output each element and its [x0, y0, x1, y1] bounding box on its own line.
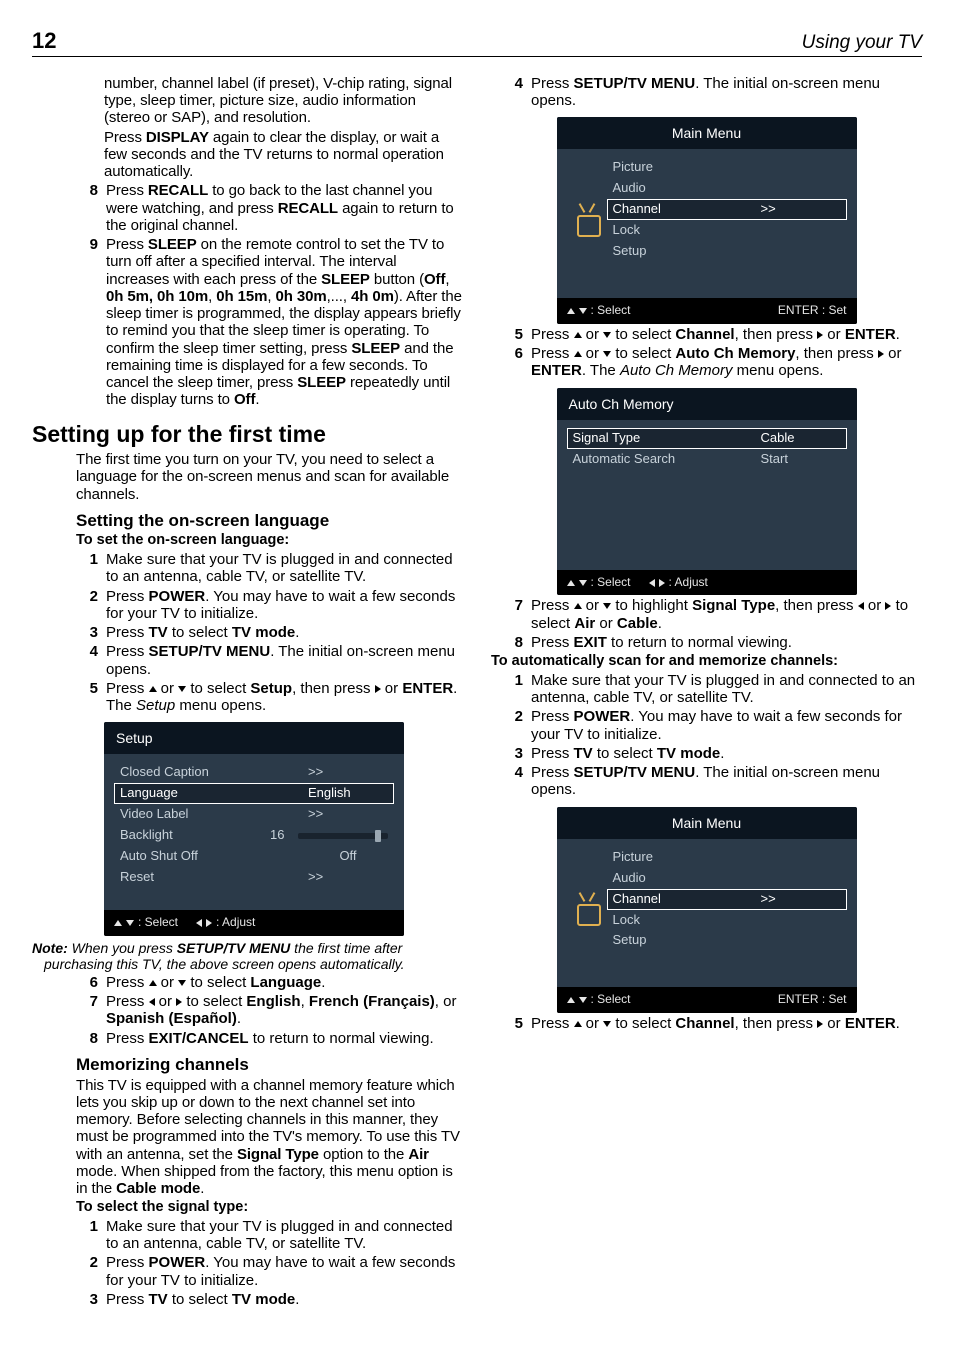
osd-row-audio: Audio — [607, 178, 847, 199]
sig-step-2: 2 Press POWER. You may have to wait a fe… — [32, 1254, 463, 1289]
sig-step-1: 1 Make sure that your TV is plugged in a… — [32, 1218, 463, 1253]
sig-step-3: 3 Press TV to select TV mode. — [32, 1291, 463, 1308]
up-arrow-icon — [574, 351, 582, 357]
down-arrow-icon — [178, 686, 186, 692]
down-arrow-icon — [603, 1021, 611, 1027]
lang-step-6: 6 Press or to select Language. — [32, 974, 463, 991]
osd-title: Auto Ch Memory — [557, 388, 857, 420]
sig-step-5: 5 Press or to select Channel, then press… — [491, 326, 922, 343]
sub-select-signal: To select the signal type: — [32, 1199, 463, 1216]
osd-footer: : Select ENTER : Set — [557, 298, 857, 324]
osd-footer: : Select : Adjust — [104, 910, 404, 936]
up-arrow-icon — [574, 1021, 582, 1027]
osd-row-picture: Picture — [607, 847, 847, 868]
left-arrow-icon — [649, 579, 655, 587]
main-menu-osd-2: Main Menu Picture Audio Channel>> Lock S… — [557, 807, 857, 1014]
lang-step-4: 4 Press SETUP/TV MENU. The initial on-sc… — [32, 643, 463, 678]
left-column: number, channel label (if preset), V-chi… — [32, 73, 463, 1308]
up-arrow-icon — [149, 980, 157, 986]
left-arrow-icon — [196, 919, 202, 927]
up-arrow-icon — [114, 920, 122, 926]
osd-row-setup: Setup — [607, 241, 847, 262]
osd-row-setup: Setup — [607, 930, 847, 951]
page-header: 12 Using your TV — [32, 28, 922, 57]
auto-step-4: 4 Press SETUP/TV MENU. The initial on-sc… — [491, 764, 922, 799]
up-arrow-icon — [567, 580, 575, 586]
osd-row-audio: Audio — [607, 868, 847, 889]
first-time-intro: The first time you turn on your TV, you … — [32, 451, 463, 503]
lang-step-7: 7 Press or to select English, French (Fr… — [32, 993, 463, 1028]
lang-step-1: 1 Make sure that your TV is plugged in a… — [32, 551, 463, 586]
up-arrow-icon — [574, 332, 582, 338]
setup-note: Note: When you press SETUP/TV MENU the f… — [32, 940, 463, 972]
osd-title: Setup — [104, 722, 404, 754]
osd-row-reset: Reset>> — [114, 867, 394, 888]
osd-row-channel: Channel>> — [607, 199, 847, 220]
osd-row-closed-caption: Closed Caption>> — [114, 762, 394, 783]
down-arrow-icon — [603, 603, 611, 609]
right-arrow-icon — [206, 919, 212, 927]
osd-row-channel: Channel>> — [607, 889, 847, 910]
memorizing-intro: This TV is equipped with a channel memor… — [32, 1077, 463, 1198]
down-arrow-icon — [579, 997, 587, 1003]
tv-icon — [575, 213, 599, 233]
step-9: 9 Press SLEEP on the remote control to s… — [32, 236, 463, 409]
osd-row-backlight: Backlight16 — [114, 825, 394, 846]
main-menu-osd-1: Main Menu Picture Audio Channel>> Lock S… — [557, 117, 857, 324]
tv-icon — [575, 902, 599, 922]
sub-auto-scan: To automatically scan for and memorize c… — [491, 653, 922, 670]
up-arrow-icon — [149, 686, 157, 692]
right-arrow-icon — [659, 579, 665, 587]
down-arrow-icon — [579, 580, 587, 586]
up-arrow-icon — [567, 308, 575, 314]
right-column: 4 Press SETUP/TV MENU. The initial on-sc… — [491, 73, 922, 1308]
auto-step-2: 2 Press POWER. You may have to wait a fe… — [491, 708, 922, 743]
up-arrow-icon — [574, 603, 582, 609]
osd-row-auto-search: Automatic SearchStart — [567, 449, 847, 470]
auto-step-3: 3 Press TV to select TV mode. — [491, 745, 922, 762]
step-8: 8 Press RECALL to go back to the last ch… — [32, 182, 463, 234]
sig-step-6: 6 Press or to select Auto Ch Memory, the… — [491, 345, 922, 380]
sig-step-7: 7 Press or to highlight Signal Type, the… — [491, 597, 922, 632]
down-arrow-icon — [126, 920, 134, 926]
setup-osd: Setup Closed Caption>> LanguageEnglish V… — [104, 722, 404, 936]
lang-step-3: 3 Press TV to select TV mode. — [32, 624, 463, 641]
header-title: Using your TV — [802, 32, 922, 54]
down-arrow-icon — [178, 980, 186, 986]
heading-memorizing: Memorizing channels — [32, 1055, 463, 1075]
lang-step-5: 5 Press or to select Setup, then press o… — [32, 680, 463, 715]
osd-row-picture: Picture — [607, 157, 847, 178]
heading-setting-up: Setting up for the first time — [32, 421, 463, 447]
auto-step-1: 1 Make sure that your TV is plugged in a… — [491, 672, 922, 707]
osd-row-lock: Lock — [607, 910, 847, 931]
osd-row-video-label: Video Label>> — [114, 804, 394, 825]
sig-step-8: 8 Press EXIT to return to normal viewing… — [491, 634, 922, 651]
down-arrow-icon — [603, 351, 611, 357]
intro-tail: number, channel label (if preset), V-chi… — [32, 75, 463, 127]
backlight-slider — [298, 833, 388, 839]
osd-title: Main Menu — [557, 117, 857, 149]
page-number: 12 — [32, 28, 56, 53]
lang-step-2: 2 Press POWER. You may have to wait a fe… — [32, 588, 463, 623]
up-arrow-icon — [567, 997, 575, 1003]
osd-footer: : Select ENTER : Set — [557, 987, 857, 1013]
osd-row-signal-type: Signal TypeCable — [567, 428, 847, 449]
heading-language: Setting the on-screen language — [32, 511, 463, 531]
osd-row-language: LanguageEnglish — [114, 783, 394, 804]
display-line: Press DISPLAY again to clear the display… — [32, 129, 463, 181]
osd-title: Main Menu — [557, 807, 857, 839]
osd-footer: : Select : Adjust — [557, 570, 857, 596]
auto-step-5: 5 Press or to select Channel, then press… — [491, 1015, 922, 1032]
sub-set-language: To set the on-screen language: — [32, 532, 463, 549]
osd-row-auto-shut-off: Auto Shut OffOff — [114, 846, 394, 867]
auto-ch-memory-osd: Auto Ch Memory Signal TypeCable Automati… — [557, 388, 857, 596]
down-arrow-icon — [603, 332, 611, 338]
lang-step-8: 8 Press EXIT/CANCEL to return to normal … — [32, 1030, 463, 1047]
osd-row-lock: Lock — [607, 220, 847, 241]
down-arrow-icon — [579, 308, 587, 314]
sig-step-4: 4 Press SETUP/TV MENU. The initial on-sc… — [491, 75, 922, 110]
